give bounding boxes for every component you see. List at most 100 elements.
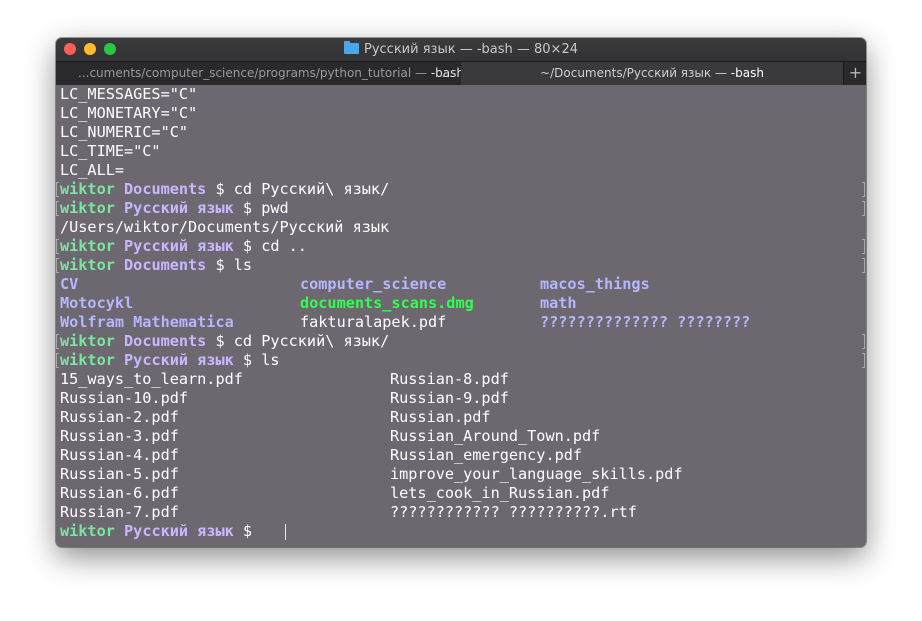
ls-row: Russian-2.pdf Russian.pdf (60, 408, 860, 427)
output-line: LC_MONETARY="C" (60, 104, 860, 123)
new-tab-button[interactable]: + (843, 62, 866, 85)
prompt-directory: Русский язык (124, 237, 234, 255)
prompt-user: wiktor (60, 332, 115, 350)
prompt-command: $ cd Русский\ язык/ (215, 332, 390, 350)
mark-bracket-left (56, 182, 59, 197)
mark-bracket-right (862, 239, 865, 254)
mark-bracket-left (56, 258, 59, 273)
window-title-text: Русский язык — -bash — 80×24 (364, 42, 578, 57)
tab-russian-active[interactable]: ~/Documents/Русский язык — -bash (461, 62, 843, 85)
ls-entry-directory: Wolfram Mathematica (60, 313, 234, 331)
output-line: LC_ALL= (60, 161, 860, 180)
prompt-directory: Documents (124, 180, 207, 198)
mark-bracket-right (862, 334, 865, 349)
ls-entry-file: Russian-10.pdf (60, 389, 189, 407)
prompt-directory: Русский язык (124, 199, 234, 217)
ls-entry-file: Russian-6.pdf (60, 484, 179, 502)
prompt-command: $ cd Русский\ язык/ (215, 180, 390, 198)
ls-entry-file: lets_cook_in_Russian.pdf (390, 484, 610, 502)
prompt-symbol: $ (242, 522, 253, 540)
ls-entry-file: Russian.pdf (390, 408, 491, 426)
ls-entry-directory: CV (60, 275, 79, 293)
prompt-line: wiktor Русский язык $ cd .. (60, 237, 860, 256)
ls-entry-file: Russian-2.pdf (60, 408, 179, 426)
ls-entry-file: Russian-8.pdf (390, 370, 509, 388)
prompt-user: wiktor (60, 351, 115, 369)
output-line: LC_NUMERIC="C" (60, 123, 860, 142)
ls-row: Russian-4.pdf Russian_emergency.pdf (60, 446, 860, 465)
ls-row: 15_ways_to_learn.pdf Russian-8.pdf (60, 370, 860, 389)
ls-entry-file: Russian-9.pdf (390, 389, 509, 407)
ls-entry-file: Russian-5.pdf (60, 465, 179, 483)
ls-entry-file: ???????????? ??????????.rtf (390, 503, 637, 521)
ls-row: CV computer_science macos_things (60, 275, 860, 294)
prompt-line-current[interactable]: wiktor Русский язык $ (60, 522, 860, 541)
mark-bracket-left (56, 353, 59, 368)
prompt-user: wiktor (60, 256, 115, 274)
title-bar[interactable]: Русский язык — -bash — 80×24 (56, 38, 866, 61)
env-var-line: LC_MONETARY="C" (60, 104, 198, 122)
prompt-command: $ ls (215, 256, 253, 274)
ls-entry-file: Russian_Around_Town.pdf (390, 427, 601, 445)
output-line: LC_TIME="C" (60, 142, 860, 161)
ls-entry-file: 15_ways_to_learn.pdf (60, 370, 243, 388)
prompt-user: wiktor (60, 199, 115, 217)
prompt-line: wiktor Documents $ cd Русский\ язык/ (60, 332, 860, 351)
ls-entry-file: Russian-4.pdf (60, 446, 179, 464)
tab-command-label: -bash (730, 66, 764, 80)
mark-bracket-right (862, 182, 865, 197)
tab-overflow-icon[interactable]: ... (442, 62, 453, 85)
prompt-command: $ cd .. (242, 237, 307, 255)
ls-row: Russian-10.pdf Russian-9.pdf (60, 389, 860, 408)
mark-bracket-left (56, 201, 59, 216)
ls-entry-file: Russian-7.pdf (60, 503, 179, 521)
ls-row: Russian-6.pdf lets_cook_in_Russian.pdf (60, 484, 860, 503)
window-title: Русский язык — -bash — 80×24 (56, 38, 866, 61)
tab-path-label: ...cuments/computer_science/programs/pyt… (78, 66, 431, 80)
ls-entry-directory: ?????????????? ???????? (540, 313, 751, 331)
ls-row: Wolfram Mathematica fakturalapek.pdf ???… (60, 313, 860, 332)
ls-entry-archive: documents_scans.dmg (300, 294, 474, 312)
ls-entry-directory: math (540, 294, 577, 312)
tab-path-label: ~/Documents/Русский язык — (540, 66, 731, 80)
ls-entry-file: improve_your_language_skills.pdf (390, 465, 683, 483)
pwd-output: /Users/wiktor/Documents/Русский язык (60, 218, 390, 236)
output-line: /Users/wiktor/Documents/Русский язык (60, 218, 860, 237)
prompt-directory: Русский язык (124, 522, 234, 540)
prompt-line: wiktor Documents $ ls (60, 256, 860, 275)
prompt-line: wiktor Documents $ cd Русский\ язык/ (60, 180, 860, 199)
mark-bracket-right (862, 201, 865, 216)
prompt-command: $ pwd (242, 199, 289, 217)
ls-row: Russian-7.pdf ???????????? ??????????.rt… (60, 503, 860, 522)
prompt-user: wiktor (60, 522, 115, 540)
ls-row: Motocykl documents_scans.dmg math (60, 294, 860, 313)
mark-bracket-right (862, 353, 865, 368)
ls-row: Russian-5.pdf improve_your_language_skil… (60, 465, 860, 484)
mark-bracket-left (56, 334, 59, 349)
terminal-output[interactable]: LC_MESSAGES="C" LC_MONETARY="C" LC_NUMER… (56, 85, 866, 547)
tab-python-tutorial[interactable]: ...cuments/computer_science/programs/pyt… (56, 62, 462, 85)
ls-entry-file: Russian-3.pdf (60, 427, 179, 445)
prompt-user: wiktor (60, 237, 115, 255)
prompt-line: wiktor Русский язык $ pwd (60, 199, 860, 218)
env-var-line: LC_TIME="C" (60, 142, 161, 160)
mark-bracket-left (56, 239, 59, 254)
tab-bar: ...cuments/computer_science/programs/pyt… (56, 61, 866, 85)
prompt-line: wiktor Русский язык $ ls (60, 351, 860, 370)
text-cursor (285, 524, 286, 540)
prompt-directory: Documents (124, 332, 207, 350)
prompt-user: wiktor (60, 180, 115, 198)
terminal-window: Русский язык — -bash — 80×24 ...cuments/… (56, 38, 866, 547)
prompt-command: $ ls (242, 351, 280, 369)
ls-entry-file: Russian_emergency.pdf (390, 446, 583, 464)
ls-entry-file: fakturalapek.pdf (300, 313, 447, 331)
prompt-directory: Русский язык (124, 351, 234, 369)
ls-entry-directory: computer_science (300, 275, 447, 293)
env-var-line: LC_ALL= (60, 161, 125, 179)
mark-bracket-right (862, 258, 865, 273)
prompt-directory: Documents (124, 256, 207, 274)
ls-entry-directory: Motocykl (60, 294, 134, 312)
ls-row: Russian-3.pdf Russian_Around_Town.pdf (60, 427, 860, 446)
output-line: LC_MESSAGES="C" (60, 85, 860, 104)
env-var-line: LC_MESSAGES="C" (60, 85, 198, 103)
